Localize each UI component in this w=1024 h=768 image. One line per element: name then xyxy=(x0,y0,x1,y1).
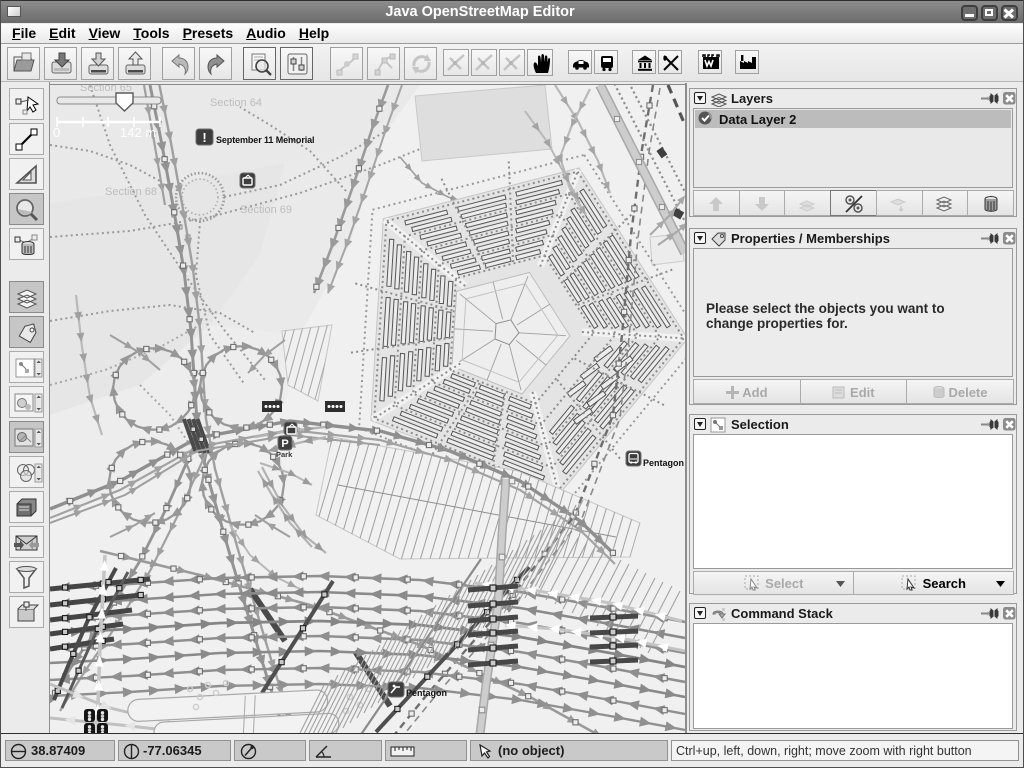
svg-text:!: ! xyxy=(202,130,206,145)
svg-text:Pentagon: Pentagon xyxy=(406,688,447,698)
svg-text:September 11 Memorial: September 11 Memorial xyxy=(216,135,314,145)
svg-text:Section 65: Section 65 xyxy=(80,85,132,94)
svg-text:142 m: 142 m xyxy=(120,125,156,140)
svg-text:Park: Park xyxy=(276,450,293,459)
svg-text:Section 68: Section 68 xyxy=(105,186,157,198)
svg-text:Section 69: Section 69 xyxy=(240,204,292,216)
svg-text:0: 0 xyxy=(53,125,60,140)
svg-text:Pentagon: Pentagon xyxy=(643,458,684,468)
svg-text:P: P xyxy=(281,438,288,450)
svg-text:Section 64: Section 64 xyxy=(210,97,262,109)
